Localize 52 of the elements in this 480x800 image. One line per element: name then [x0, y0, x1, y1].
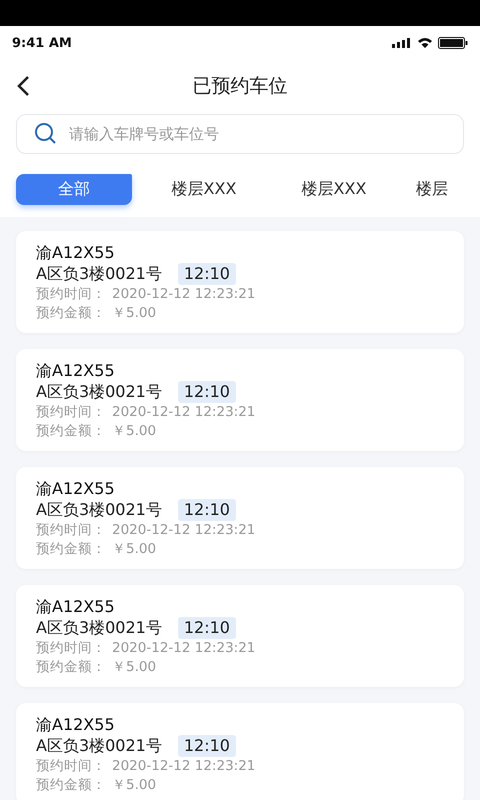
reservation-time: 2020-12-12 12:23:21: [112, 403, 256, 422]
parking-space: A区负3楼0021号: [36, 617, 162, 639]
parking-space: A区负3楼0021号: [36, 381, 162, 403]
wifi-icon: [417, 37, 433, 49]
signal-icon: [392, 38, 412, 48]
reservation-time: 2020-12-12 12:23:21: [112, 521, 256, 540]
battery-icon: [438, 37, 468, 49]
reservation-card[interactable]: 渝A12X55 A区负3楼0021号 12:10 预约时间： 2020-12-12 12:23:21 预约金额： ￥5.00: [16, 467, 464, 569]
reservation-amount: ￥5.00: [112, 658, 156, 677]
amount-label: 预约金额：: [36, 422, 106, 441]
plate-number: 渝A12X55: [36, 361, 116, 381]
duration-tag: 12:10: [178, 617, 236, 639]
filter-tab[interactable]: 楼层XXX: [146, 174, 262, 205]
reservation-card[interactable]: 渝A12X55 A区负3楼0021号 12:10 预约时间： 2020-12-12 12:23:21 预约金额： ￥5.00: [16, 703, 464, 800]
time-label: 预约时间：: [36, 521, 106, 540]
time-label: 预约时间：: [36, 403, 106, 422]
time-label: 预约时间：: [36, 639, 106, 658]
reservation-card[interactable]: 渝A12X55 A区负3楼0021号 12:10 预约时间： 2020-12-12 12:23:21 预约金额： ￥5.00: [16, 231, 464, 333]
reservation-time: 2020-12-12 12:23:21: [112, 285, 256, 304]
amount-label: 预约金额：: [36, 304, 106, 323]
reservation-amount: ￥5.00: [112, 422, 156, 441]
amount-label: 预约金额：: [36, 540, 106, 559]
amount-label: 预约金额：: [36, 658, 106, 677]
reservation-amount: ￥5.00: [112, 776, 156, 795]
status-time: 9:41 AM: [12, 36, 72, 50]
reservation-amount: ￥5.00: [112, 304, 156, 323]
filter-tab[interactable]: 楼层XXX: [276, 174, 392, 205]
reservation-card[interactable]: 渝A12X55 A区负3楼0021号 12:10 预约时间： 2020-12-12 12:23:21 预约金额： ￥5.00: [16, 349, 464, 451]
back-icon[interactable]: [16, 75, 30, 97]
plate-number: 渝A12X55: [36, 479, 116, 499]
parking-space: A区负3楼0021号: [36, 735, 162, 757]
plate-number: 渝A12X55: [36, 597, 116, 617]
time-label: 预约时间：: [36, 285, 106, 304]
parking-space: A区负3楼0021号: [36, 263, 162, 285]
time-label: 预约时间：: [36, 757, 106, 776]
search-icon: [34, 122, 58, 146]
amount-label: 预约金额：: [36, 776, 106, 795]
plate-number: 渝A12X55: [36, 715, 116, 735]
parking-space: A区负3楼0021号: [36, 499, 162, 521]
filter-tab[interactable]: 全部: [16, 174, 132, 205]
duration-tag: 12:10: [178, 735, 236, 757]
plate-number: 渝A12X55: [36, 243, 116, 263]
search-field[interactable]: 请输入车牌号或车位号: [16, 114, 464, 154]
duration-tag: 12:10: [178, 499, 236, 521]
reservation-amount: ￥5.00: [112, 540, 156, 559]
duration-tag: 12:10: [178, 263, 236, 285]
reservation-time: 2020-12-12 12:23:21: [112, 757, 256, 776]
reservation-card[interactable]: 渝A12X55 A区负3楼0021号 12:10 预约时间： 2020-12-12 12:23:21 预约金额： ￥5.00: [16, 585, 464, 687]
page-title: 已预约车位: [192, 74, 288, 99]
duration-tag: 12:10: [178, 381, 236, 403]
reservation-time: 2020-12-12 12:23:21: [112, 639, 256, 658]
filter-tab[interactable]: 楼层: [416, 174, 448, 205]
